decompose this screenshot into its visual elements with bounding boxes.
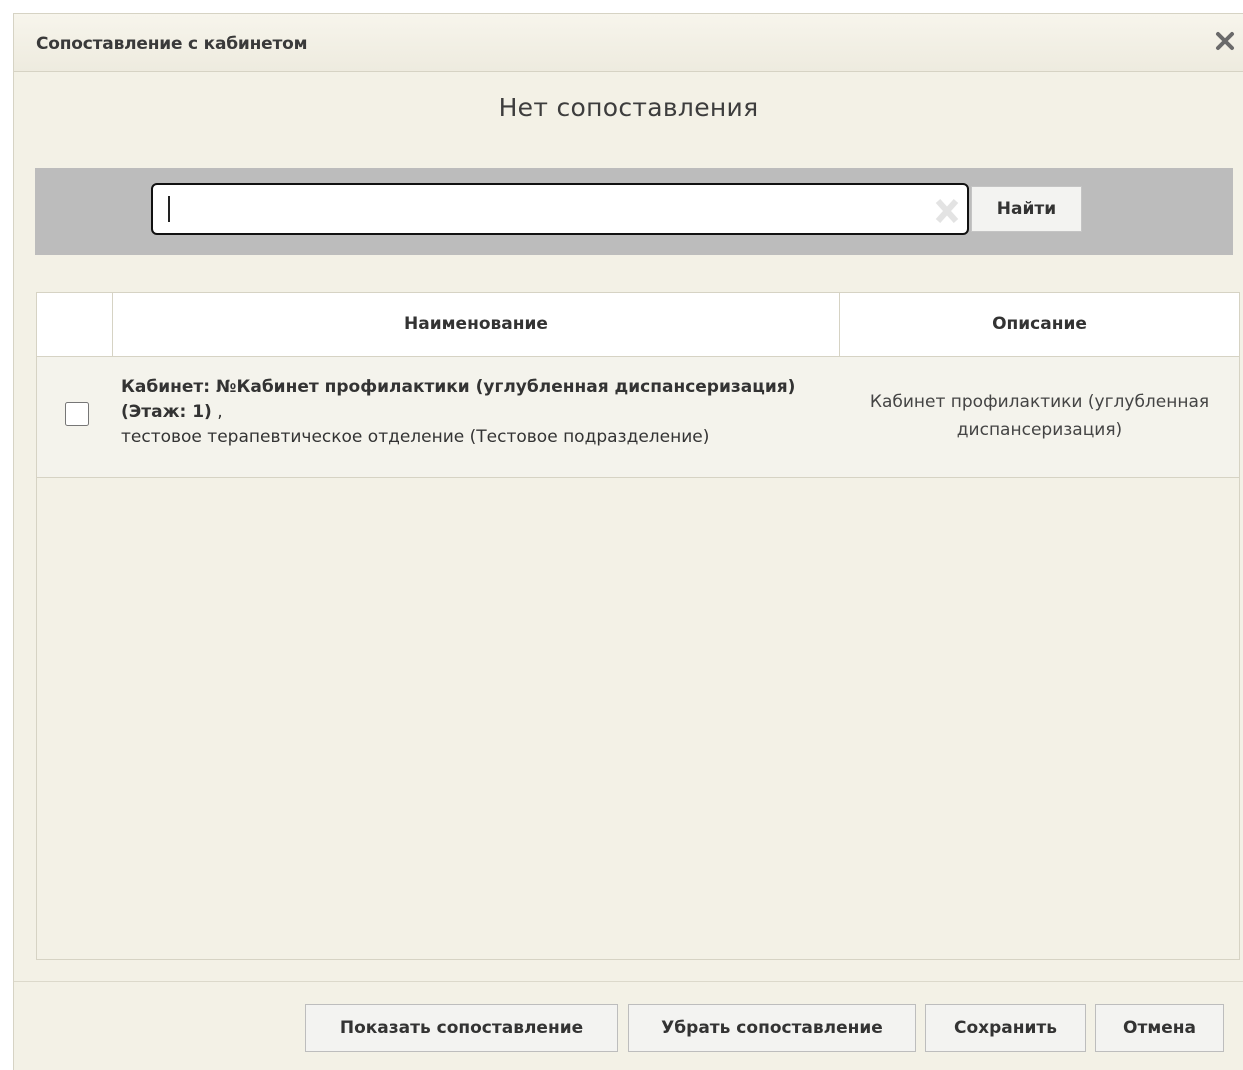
dialog-titlebar: Сопоставление с кабинетом [14,14,1243,72]
column-header-name[interactable]: Наименование [113,293,840,356]
row-description-cell: Кабинет профилактики (углубленная диспан… [869,392,1210,440]
column-header-select [37,293,113,356]
column-header-description[interactable]: Описание [840,293,1239,356]
row-name-department: тестовое терапевтическое отделение (Тест… [121,427,710,447]
close-icon[interactable] [1213,29,1237,53]
search-bar: Найти [35,168,1233,255]
footer-divider [14,981,1243,982]
cancel-button[interactable]: Отмена [1095,1004,1224,1052]
results-grid: Наименование Описание Кабинет: №Кабинет … [36,292,1240,960]
search-input[interactable] [163,193,927,227]
text-caret [168,196,170,222]
mapping-status-title: Нет сопоставления [498,93,759,122]
show-mapping-button[interactable]: Показать сопоставление [305,1004,618,1052]
grid-header: Наименование Описание [37,293,1239,357]
row-name-cell: Кабинет: №Кабинет профилактики (углублен… [121,375,836,450]
mapping-dialog: Сопоставление с кабинетом Нет сопоставле… [13,13,1243,1070]
search-field[interactable] [151,183,969,235]
row-name-suffix: , [211,402,223,422]
table-row[interactable]: Кабинет: №Кабинет профилактики (углублен… [37,357,1239,478]
row-checkbox[interactable] [65,402,89,426]
remove-mapping-button[interactable]: Убрать сопоставление [628,1004,916,1052]
find-button[interactable]: Найти [971,186,1082,232]
dialog-title: Сопоставление с кабинетом [36,34,308,54]
save-button[interactable]: Сохранить [925,1004,1086,1052]
clear-icon[interactable] [933,197,961,225]
